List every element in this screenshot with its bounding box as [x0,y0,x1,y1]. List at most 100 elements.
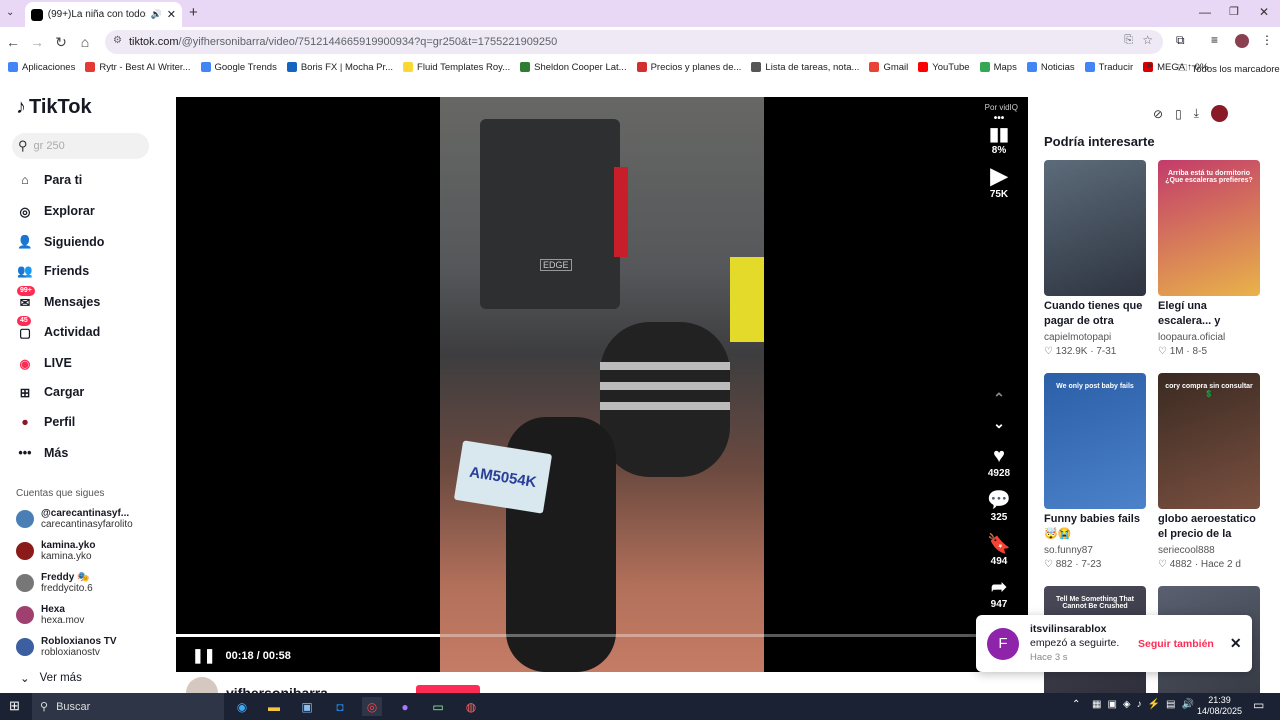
tray-chevron-icon[interactable]: ⌃ [1072,699,1080,710]
notifications-icon[interactable]: ▭ [1253,698,1264,712]
store-icon[interactable]: ▣ [297,697,317,716]
bookmark-item[interactable]: Maps [979,62,1017,73]
tab-close-icon[interactable]: ✕ [167,8,176,21]
nav-item-mensajes[interactable]: ✉ 99+ Mensajes [16,286,100,311]
home-page-icon[interactable]: ⌂ [74,31,96,53]
pip-icon[interactable]: ⊘ [1153,107,1163,121]
bookmark-item[interactable]: Google Trends [200,62,277,73]
bookmark-favicon-icon [520,62,531,72]
download-icon[interactable]: ⤓ [1194,106,1199,121]
recommended-video-card[interactable]: We only post baby fails Funny babies fail… [1044,373,1146,570]
bookmark-item[interactable]: Boris FX | Mocha Pr... [286,62,393,73]
taskbar-clock[interactable]: 21:39 14/08/2025 [1197,695,1242,717]
restore-icon[interactable]: ❐ [1229,5,1239,18]
followed-account[interactable]: Freddy 🎭 freddycito.6 [16,572,93,594]
site-info-icon[interactable]: ⚙ [113,35,122,46]
all-bookmarks-folder[interactable]: 🗀 Todos los marcadores [1178,61,1280,77]
followed-account[interactable]: Hexa hexa.mov [16,604,84,626]
nav-item-perfil[interactable]: ● Perfil [16,413,75,431]
bookmark-star-icon[interactable]: ☆ [1142,33,1153,47]
card-stats: ♡ 132.9K · 7-31 [1044,346,1146,357]
nav-item-cargar[interactable]: ⊞ Cargar [16,383,85,401]
follow-back-button[interactable]: Seguir también [1138,638,1214,650]
app-icon[interactable]: ◍ [461,697,481,716]
bookmark-item[interactable]: Lista de tareas, nota... [751,62,859,73]
notifier-name[interactable]: itsvilinsarablox [1030,623,1106,635]
see-more-link[interactable]: ⌄ Ver más [20,671,82,685]
nav-item-para-ti[interactable]: ⌂ Para ti [16,171,82,189]
nav-item-explorar[interactable]: ◎ Explorar [16,202,95,220]
bookmark-item[interactable]: Noticias [1026,62,1075,73]
file-explorer-icon[interactable]: ▬ [264,697,284,716]
recommended-video-card[interactable]: cory compra sin consultar 💲 globo aeroest… [1158,373,1260,570]
search-input[interactable]: ⚲ gr 250 [12,133,149,159]
vidiq-widget[interactable]: ••• ▮▮ 8% [976,113,1022,156]
nav-item-friends[interactable]: 👥 Friends [16,262,89,280]
recommended-video-card[interactable]: Cuando tienes que pagar de otra form... c… [1044,160,1146,357]
followed-account[interactable]: kamina.yko kamina.yko [16,540,95,562]
recommended-video-card[interactable]: Arriba está tu dormitorio ¿Que escaleras… [1158,160,1260,357]
save-button[interactable]: 🔖 494 [976,532,1022,567]
pause-icon[interactable]: ❚❚ [192,647,215,664]
window-close-icon[interactable]: ✕ [1259,5,1269,19]
tab-search-icon[interactable]: ⌄ [6,7,14,18]
bookmark-item[interactable]: Gmail [869,62,908,73]
thumbnail-caption: cory compra sin consultar 💲 [1165,383,1253,398]
extensions-icon[interactable]: ⧉ [1176,33,1185,48]
bookmark-item[interactable]: Precios y planes de... [636,62,741,73]
browser-menu-icon[interactable]: ⋮ [1261,33,1273,47]
terminal-icon[interactable]: ▭ [428,697,448,716]
like-button[interactable]: ♥ 4928 [976,445,1022,479]
audio-playing-icon[interactable]: 🔊 [151,9,162,20]
close-notification-icon[interactable]: ✕ [1230,635,1242,652]
device-icon[interactable]: ▯ [1175,107,1182,121]
edge-icon[interactable]: ◉ [232,697,252,716]
bookmark-item[interactable]: Aplicaciones [8,62,75,73]
nav-item-actividad[interactable]: ▢ 45 Actividad [16,316,100,341]
followed-account[interactable]: Robloxianos TV robloxianostv [16,636,117,658]
followed-account[interactable]: @carecantinasyf... carecantinasyfarolito [16,508,133,530]
comment-button[interactable]: 💬 325 [976,488,1022,523]
notifier-avatar[interactable]: F [987,627,1019,660]
share-button[interactable]: ➦ 947 [976,576,1022,610]
nav-item-siguiendo[interactable]: 👤 Siguiendo [16,233,104,251]
browser-tab[interactable]: (99+)La niña con todos los 🔊 ✕ [25,2,182,27]
discord-icon[interactable]: ● [395,697,415,716]
author-name[interactable]: yifhersonibarra [226,685,328,693]
windows-start-icon[interactable]: ⊞ [9,698,20,714]
reload-icon[interactable]: ↻ [50,31,72,53]
install-app-icon[interactable]: ⎘ [1124,34,1133,47]
minimize-icon[interactable]: — [1199,5,1211,19]
nav-item-más[interactable]: ••• Más [16,444,68,462]
bookmark-favicon-icon [286,62,297,72]
bookmark-item[interactable]: Fluid Templates Roy... [403,62,510,73]
next-video-button[interactable]: ⌄ [976,415,1022,432]
card-date: Hace 2 d [1200,559,1241,570]
chrome-icon[interactable]: ◎ [362,697,382,716]
system-tray-icons[interactable]: ▦▣◈♪⚡▤🔊 [1092,699,1200,710]
more-bookmarks-icon[interactable]: » [1147,60,1153,71]
card-author: loopaura.oficial [1158,332,1226,343]
forward-icon[interactable]: → [26,31,48,53]
video-player[interactable]: EDGE AM5054K Por vidIQ ••• ▮▮ 8% ▶ 75K ⌃… [176,97,1028,672]
follow-author-button[interactable] [415,685,480,693]
prev-video-button[interactable]: ⌃ [976,390,1022,407]
media-control-icon[interactable]: ≡ [1211,33,1218,47]
back-icon[interactable]: ← [2,31,24,53]
nav-label: Siguiendo [44,235,105,249]
user-avatar[interactable] [1210,105,1228,122]
bookmark-item[interactable]: Traducir [1084,62,1133,73]
new-tab-icon[interactable]: + [189,4,198,21]
bookmark-favicon-icon [636,62,647,72]
address-bar[interactable]: ⚙ tiktok.com/@yifhersonibarra/video/7512… [105,30,1163,54]
bookmark-item[interactable]: Rytr - Best AI Writer... [85,62,191,73]
outlook-icon[interactable]: ◘ [330,697,350,716]
bookmark-item[interactable]: Sheldon Cooper Lat... [520,62,627,73]
video-progress-bar[interactable] [176,634,1028,637]
nav-item-live[interactable]: ◉ LIVE [16,354,72,372]
author-avatar[interactable] [186,677,218,693]
tiktok-logo[interactable]: ♪ TikTok [16,96,92,119]
bookmark-item[interactable]: YouTube [918,62,970,73]
profile-avatar[interactable] [1235,34,1249,48]
taskbar-search[interactable]: ⚲ Buscar [32,693,224,720]
